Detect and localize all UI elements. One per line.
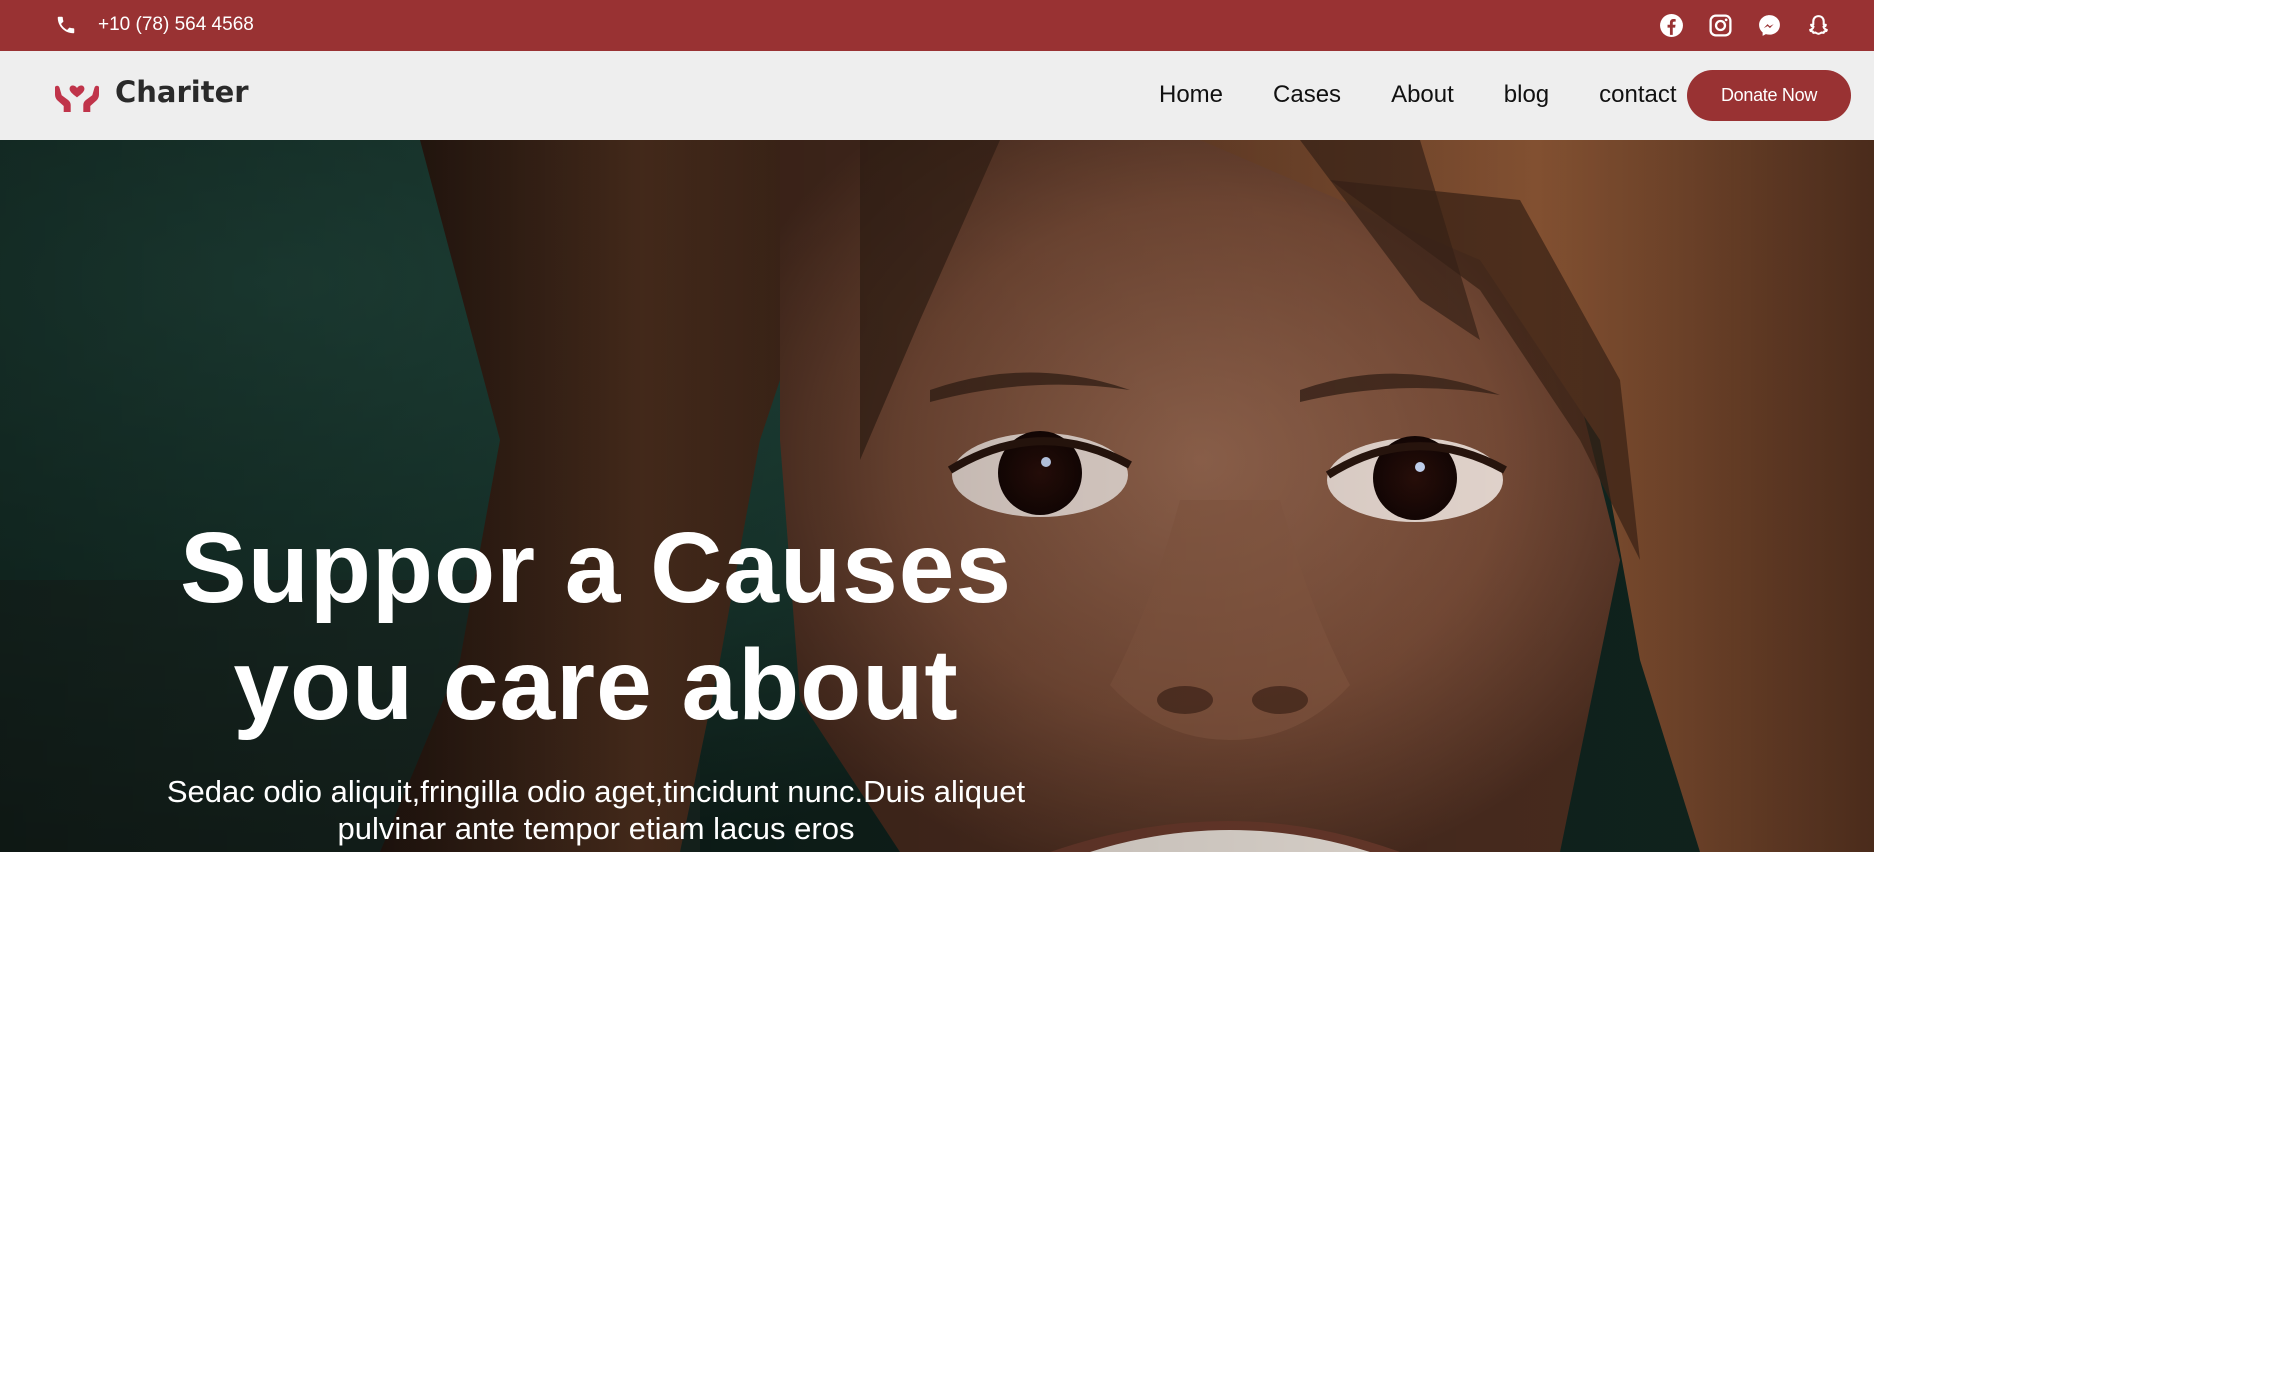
hero-title: Suppor a Causes you care about [96, 510, 1096, 744]
hero-subtitle-line-1: Sedac odio aliquit,fringilla odio aget,t… [166, 774, 1026, 809]
phone-icon [55, 14, 77, 36]
hero-subtitle-line-2: pulvinar ante tempor etiam lacus eros [337, 811, 855, 846]
brand[interactable]: Chariter [53, 68, 249, 116]
nav-menu: Home Cases About blog contact [1159, 81, 1677, 109]
phone-contact[interactable]: +10 (78) 564 4568 [55, 14, 254, 36]
hero-title-line-1: Suppor a Causes [180, 512, 1012, 624]
hero-subtitle: Sedac odio aliquit,fringilla odio aget,t… [96, 773, 1096, 847]
social-links [1659, 13, 1831, 38]
hero-title-line-2: you care about [233, 629, 959, 741]
hero-photo [0, 140, 1874, 852]
nav-item-home[interactable]: Home [1159, 81, 1223, 109]
main-navbar: Chariter Home Cases About blog contact D… [0, 51, 1874, 140]
nav-item-contact[interactable]: contact [1599, 81, 1676, 109]
donate-now-button[interactable]: Donate Now [1687, 70, 1851, 121]
instagram-icon[interactable] [1708, 13, 1733, 38]
phone-number: +10 (78) 564 4568 [98, 14, 254, 35]
facebook-icon[interactable] [1659, 13, 1684, 38]
nav-item-about[interactable]: About [1391, 81, 1454, 109]
top-bar: +10 (78) 564 4568 [0, 0, 1874, 51]
nav-item-cases[interactable]: Cases [1273, 81, 1341, 109]
heart-hands-icon [53, 68, 101, 116]
nav-item-blog[interactable]: blog [1504, 81, 1549, 109]
messenger-icon[interactable] [1757, 13, 1782, 38]
snapchat-icon[interactable] [1806, 13, 1831, 38]
hero-section: Suppor a Causes you care about Sedac odi… [0, 140, 1874, 852]
brand-name: Chariter [115, 75, 249, 109]
page: +10 (78) 564 4568 Chariter Home Cases Ab… [0, 0, 1874, 852]
